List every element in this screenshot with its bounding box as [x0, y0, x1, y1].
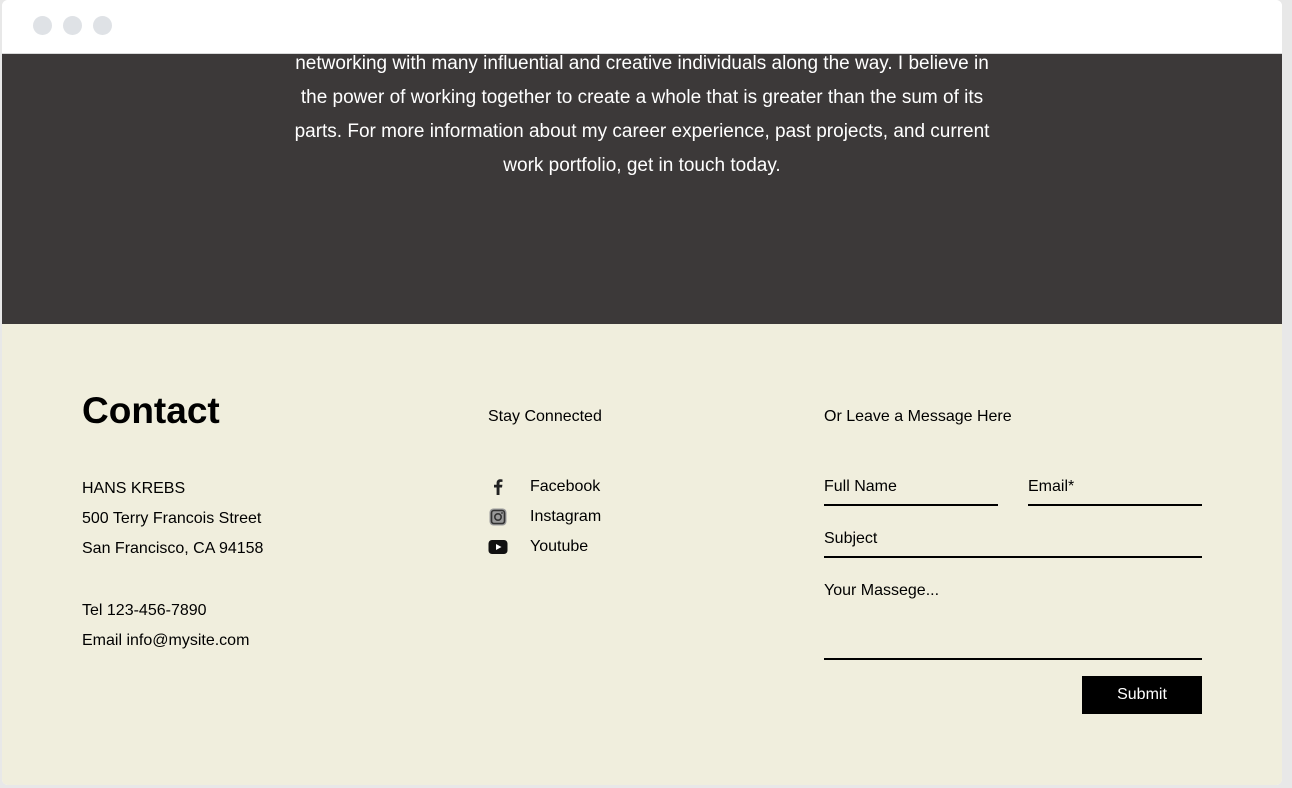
contact-email[interactable]: Email info@mysite.com [82, 626, 249, 656]
window-close-dot[interactable] [33, 16, 52, 35]
window-minimize-dot[interactable] [63, 16, 82, 35]
contact-title: Contact [82, 390, 220, 431]
full-name-placeholder: Full Name [824, 478, 897, 495]
about-section: networking with many influential and cre… [2, 53, 1282, 324]
message-textarea[interactable]: Your Massege... [824, 582, 1202, 660]
submit-button[interactable]: Submit [1082, 676, 1202, 714]
youtube-icon [488, 537, 508, 557]
social-link-instagram[interactable]: Instagram [488, 502, 601, 532]
social-link-youtube[interactable]: Youtube [488, 532, 601, 562]
contact-details: Tel 123-456-7890 Email info@mysite.com [82, 596, 249, 656]
contact-section: Contact HANS KREBS 500 Terry Francois St… [2, 324, 1282, 785]
full-name-field[interactable]: Full Name [824, 478, 998, 506]
social-link-facebook[interactable]: Facebook [488, 472, 601, 502]
email-placeholder: Email* [1028, 478, 1075, 495]
stay-connected-heading: Stay Connected [488, 408, 602, 425]
facebook-icon [488, 477, 508, 497]
social-label: Facebook [530, 478, 601, 495]
address-block: HANS KREBS 500 Terry Francois Street San… [82, 474, 263, 564]
message-placeholder: Your Massege... [824, 582, 940, 599]
contact-street: 500 Terry Francois Street [82, 510, 262, 527]
subject-field[interactable]: Subject [824, 530, 1202, 558]
message-form-heading: Or Leave a Message Here [824, 408, 1012, 425]
about-line: parts. For more information about my car… [294, 121, 990, 142]
browser-window: networking with many influential and cre… [2, 0, 1282, 785]
window-titlebar [2, 0, 1282, 54]
social-label: Instagram [530, 508, 602, 525]
about-text: networking with many influential and cre… [252, 47, 1032, 183]
about-line: work portfolio, get in touch today. [503, 155, 781, 176]
contact-name: HANS KREBS [82, 480, 186, 497]
instagram-icon [488, 507, 508, 527]
about-line: the power of working together to create … [300, 87, 984, 108]
contact-city: San Francisco, CA 94158 [82, 540, 264, 557]
social-links: Facebook Instagram Youtube [488, 472, 601, 562]
contact-tel: Tel 123-456-7890 [82, 602, 207, 619]
window-maximize-dot[interactable] [93, 16, 112, 35]
subject-placeholder: Subject [824, 530, 878, 547]
social-label: Youtube [530, 538, 589, 555]
email-field[interactable]: Email* [1028, 478, 1202, 506]
